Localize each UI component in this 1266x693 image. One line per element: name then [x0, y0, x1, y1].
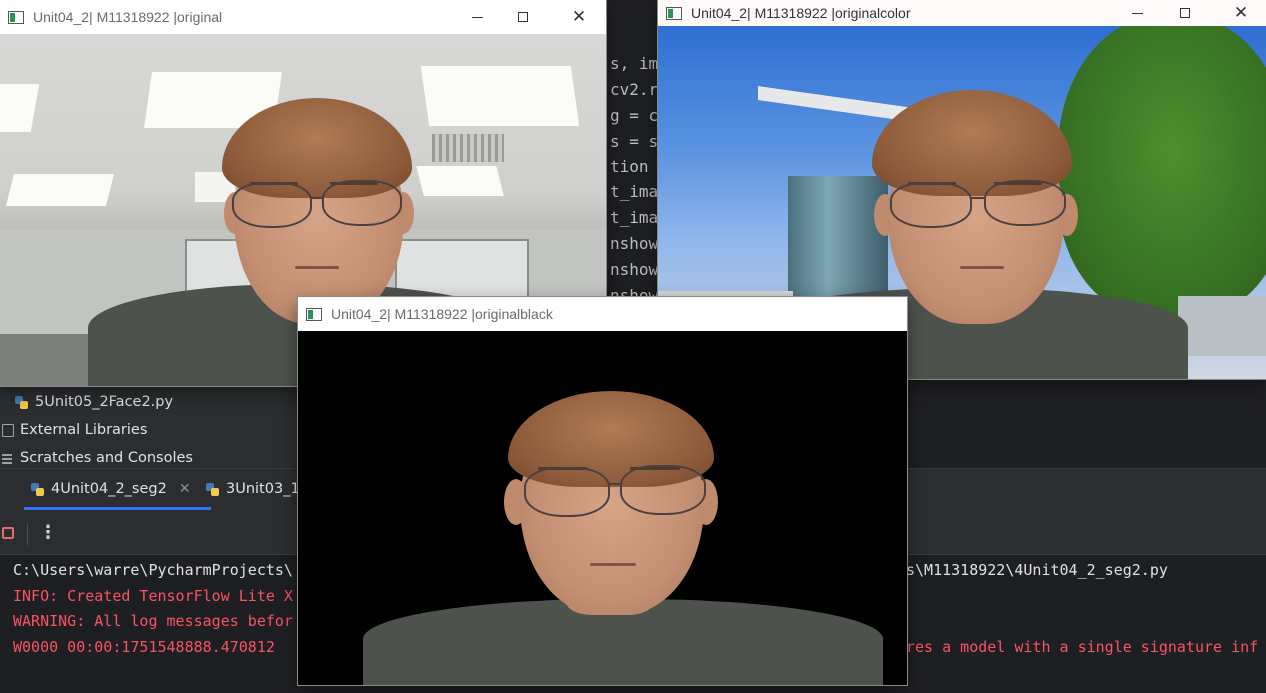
tree-item-label: Scratches and Consoles [20, 450, 193, 466]
python-file-icon [30, 482, 45, 497]
library-icon [2, 423, 14, 437]
console-w0000-line-tail: res a model with a single signature inf [906, 638, 1259, 656]
close-icon[interactable]: ✕ [556, 0, 602, 34]
tree-item-label: External Libraries [20, 422, 148, 438]
opencv-window-icon [8, 10, 24, 24]
window-titlebar[interactable]: Unit04_2| M11318922 |original ✕ [0, 0, 606, 34]
toolbar-divider [27, 523, 28, 545]
run-tab-4unit04-2-seg2[interactable]: 4Unit04_2_seg2 ✕ [24, 481, 211, 510]
console-info-line: INFO: Created TensorFlow Lite X [13, 587, 293, 605]
segmented-image-black [298, 331, 907, 685]
close-icon[interactable]: ✕ [1218, 0, 1264, 26]
console-command-line-tail: s\M11318922\4Unit04_2_seg2.py [906, 561, 1168, 579]
maximize-icon[interactable] [500, 0, 546, 34]
close-icon[interactable]: ✕ [179, 481, 191, 497]
console-w0000-line: W0000 00:00:1751548888.470812 [13, 638, 275, 656]
window-title: Unit04_2| M11318922 |originalcolor [691, 5, 911, 21]
project-tree: 5Unit05_2Face2.py External Libraries Scr… [0, 386, 300, 468]
tree-item-external-libraries[interactable]: External Libraries [2, 422, 147, 438]
run-tab-label: 3Unit03_1c [226, 481, 308, 497]
scratches-icon [2, 452, 14, 465]
console-command-line: C:\Users\warre\PycharmProjects\ [13, 561, 293, 579]
run-tab-3unit03-1c[interactable]: 3Unit03_1c [205, 481, 308, 497]
minimize-icon[interactable] [1114, 0, 1160, 26]
window-title: Unit04_2| M11318922 |originalblack [331, 306, 553, 322]
window-titlebar[interactable]: Unit04_2| M11318922 |originalcolor ✕ [658, 0, 1266, 26]
python-file-icon [205, 482, 220, 497]
tree-item-5unit05-2face2[interactable]: 5Unit05_2Face2.py [14, 394, 173, 410]
more-options-icon[interactable]: ⋮ [39, 522, 57, 543]
console-warning-line: WARNING: All log messages befor [13, 612, 293, 630]
stop-icon[interactable] [2, 527, 14, 539]
maximize-icon[interactable] [1162, 0, 1208, 26]
person [298, 331, 907, 685]
window-titlebar[interactable]: Unit04_2| M11318922 |originalblack [298, 297, 907, 331]
tree-item-scratches[interactable]: Scratches and Consoles [2, 450, 193, 466]
opencv-window-icon [666, 6, 682, 20]
code-line: cv2.r [610, 80, 659, 99]
opencv-window-icon [306, 307, 322, 321]
python-file-icon [14, 395, 29, 410]
window-originalblack[interactable]: Unit04_2| M11318922 |originalblack [298, 297, 907, 685]
run-tab-label: 4Unit04_2_seg2 [51, 481, 167, 497]
tree-item-label: 5Unit05_2Face2.py [35, 394, 174, 410]
minimize-icon[interactable] [454, 0, 500, 34]
window-title: Unit04_2| M11318922 |original [33, 9, 223, 25]
